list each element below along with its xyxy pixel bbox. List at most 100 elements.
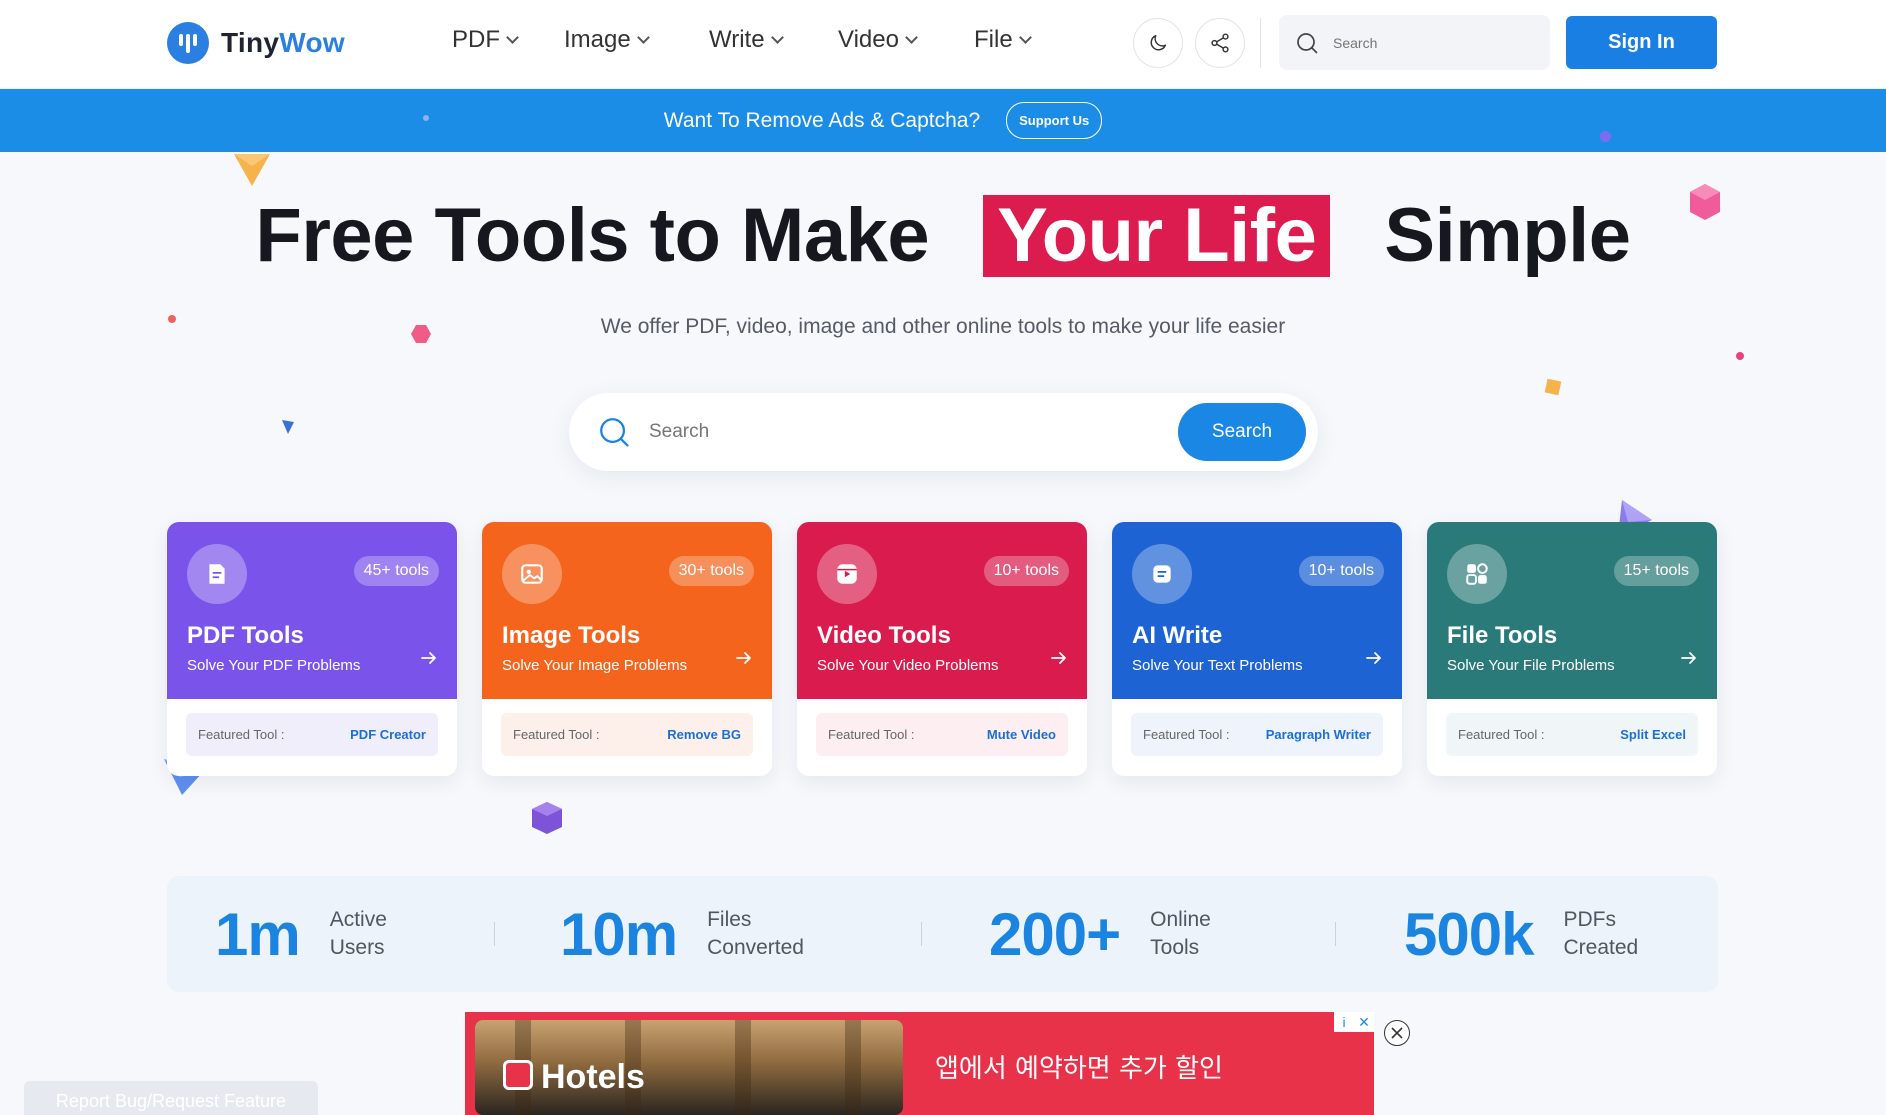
nav-file[interactable]: File: [974, 26, 1032, 54]
stat-online-tools: 200+ Online Tools: [989, 876, 1270, 992]
hero-title-highlight: Your Life: [983, 193, 1331, 278]
stat-divider: [921, 922, 922, 946]
header-search-input[interactable]: [1333, 34, 1513, 51]
featured-tool[interactable]: Featured Tool : Remove BG: [501, 713, 753, 756]
featured-tool[interactable]: Featured Tool : Paragraph Writer: [1131, 713, 1383, 756]
tool-card-ai-write[interactable]: 10+ tools AI Write Solve Your Text Problem…: [1112, 522, 1402, 776]
logo[interactable]: TinyWow: [167, 22, 345, 64]
sign-in-button[interactable]: Sign In: [1566, 16, 1717, 69]
banner-text: Want To Remove Ads & Captcha?: [663, 108, 981, 132]
card-subtitle: Solve Your Image Problems: [502, 657, 688, 674]
tool-card-pdf-tools[interactable]: 45+ tools PDF Tools Solve Your PDF Problem…: [167, 522, 457, 776]
site-header: TinyWow PDF Image Write Video File Sign …: [0, 0, 1886, 89]
tools-count-badge: 45+ tools: [353, 556, 439, 586]
card-title: PDF Tools: [187, 622, 304, 649]
decor-dot: [423, 115, 429, 121]
video-icon: [817, 544, 877, 604]
support-us-button[interactable]: Support Us: [1006, 102, 1103, 139]
logo-text: TinyWow: [221, 27, 345, 58]
stat-divider: [1335, 922, 1336, 946]
hero-search-input[interactable]: [649, 421, 1149, 443]
share-icon: [1211, 33, 1229, 53]
chevron-down-icon: [636, 30, 650, 44]
arrow-right-icon[interactable]: [1364, 648, 1384, 668]
decor-triangle-icon: [282, 420, 294, 434]
stat-value: 200+: [989, 900, 1121, 968]
nav-write[interactable]: Write: [709, 26, 784, 54]
stats-bar: 1m Active Users 10m Files Converted 200+ O…: [167, 876, 1718, 992]
featured-tool[interactable]: Featured Tool : PDF Creator: [186, 713, 438, 756]
featured-tool[interactable]: Featured Tool : Split Excel: [1446, 713, 1698, 756]
featured-tool-label: Featured Tool :: [1458, 727, 1545, 742]
header-divider: [1260, 18, 1261, 68]
featured-tool-link[interactable]: Paragraph Writer: [1266, 727, 1371, 742]
stat-label: Files Converted: [707, 908, 804, 959]
featured-tool[interactable]: Featured Tool : Mute Video: [816, 713, 1068, 756]
stat-label: Online Tools: [1150, 908, 1211, 959]
search-icon: [1297, 32, 1318, 53]
ad-banner[interactable]: Hotels 앱에서 예약하면 추가 할인: [465, 1012, 1374, 1115]
card-subtitle: Solve Your Video Problems: [817, 657, 999, 674]
tools-count-badge: 10+ tools: [983, 556, 1069, 586]
moon-icon: [1150, 34, 1167, 51]
tools-count-badge: 10+ tools: [1298, 556, 1384, 586]
decor-cube-icon: [532, 802, 562, 834]
card-title: AI Write: [1132, 622, 1223, 649]
stat-divider: [494, 922, 495, 946]
dark-mode-button[interactable]: [1133, 18, 1183, 68]
search-icon: [600, 418, 629, 447]
card-title: File Tools: [1447, 622, 1558, 649]
write-icon: [1132, 544, 1192, 604]
card-header: 10+ tools AI Write Solve Your Text Problem…: [1112, 522, 1402, 699]
hero-search-bar[interactable]: Search: [569, 393, 1318, 471]
card-title: Video Tools: [817, 622, 951, 649]
hero-subtitle: We offer PDF, video, image and other onl…: [600, 315, 1286, 338]
promo-banner: Want To Remove Ads & Captcha? Support Us: [0, 89, 1886, 152]
featured-tool-link[interactable]: Remove BG: [667, 727, 741, 742]
arrow-right-icon[interactable]: [1679, 648, 1699, 668]
card-subtitle: Solve Your PDF Problems: [187, 657, 361, 674]
tool-card-video-tools[interactable]: 10+ tools Video Tools Solve Your Video Pro…: [797, 522, 1087, 776]
stat-value: 1m: [215, 900, 301, 968]
featured-tool-link[interactable]: PDF Creator: [350, 727, 426, 742]
pdf-icon: [187, 544, 247, 604]
stat-value: 500k: [1404, 900, 1534, 968]
nav-pdf[interactable]: PDF: [452, 26, 519, 54]
decor-dot: [1736, 352, 1744, 360]
stat-files-converted: 10m Files Converted: [560, 876, 827, 992]
image-icon: [502, 544, 562, 604]
card-header: 45+ tools PDF Tools Solve Your PDF Problem…: [167, 522, 457, 699]
hero-title: Free Tools to Make Your Life Simple: [0, 192, 1886, 279]
tool-card-file-tools[interactable]: 15+ tools File Tools Solve Your File Probl…: [1427, 522, 1717, 776]
stat-label: PDFs Created: [1563, 908, 1639, 959]
hotels-logo-icon: [503, 1060, 533, 1090]
chevron-down-icon: [506, 30, 519, 44]
nav-image[interactable]: Image: [564, 26, 650, 54]
featured-tool-link[interactable]: Mute Video: [987, 727, 1056, 742]
share-button[interactable]: [1195, 18, 1245, 68]
hero-title-part1: Free Tools to Make: [255, 193, 930, 278]
header-search[interactable]: [1279, 15, 1550, 70]
featured-tool-label: Featured Tool :: [828, 727, 915, 742]
decor-dot: [1600, 131, 1611, 142]
ad-close-button[interactable]: [1384, 1020, 1410, 1046]
ad-info-icon[interactable]: i: [1334, 1012, 1354, 1032]
card-subtitle: Solve Your Text Problems: [1132, 657, 1303, 674]
report-bug-button[interactable]: Report Bug/Request Feature: [24, 1081, 318, 1115]
nav-video[interactable]: Video: [838, 26, 918, 54]
featured-tool-label: Featured Tool :: [1143, 727, 1230, 742]
card-header: 15+ tools File Tools Solve Your File Probl…: [1427, 522, 1717, 699]
ad-image: Hotels: [475, 1020, 903, 1115]
stat-value: 10m: [560, 900, 678, 968]
tool-card-image-tools[interactable]: 30+ tools Image Tools Solve Your Image Pro…: [482, 522, 772, 776]
close-icon: [1391, 1027, 1403, 1039]
arrow-right-icon[interactable]: [1049, 648, 1069, 668]
featured-tool-label: Featured Tool :: [198, 727, 285, 742]
hero-search-button[interactable]: Search: [1178, 403, 1306, 461]
featured-tool-label: Featured Tool :: [513, 727, 600, 742]
ad-x-icon[interactable]: ✕: [1354, 1012, 1374, 1032]
arrow-right-icon[interactable]: [419, 648, 439, 668]
featured-tool-link[interactable]: Split Excel: [1620, 727, 1686, 742]
stat-active-users: 1m Active Users: [215, 876, 450, 992]
arrow-right-icon[interactable]: [734, 648, 754, 668]
